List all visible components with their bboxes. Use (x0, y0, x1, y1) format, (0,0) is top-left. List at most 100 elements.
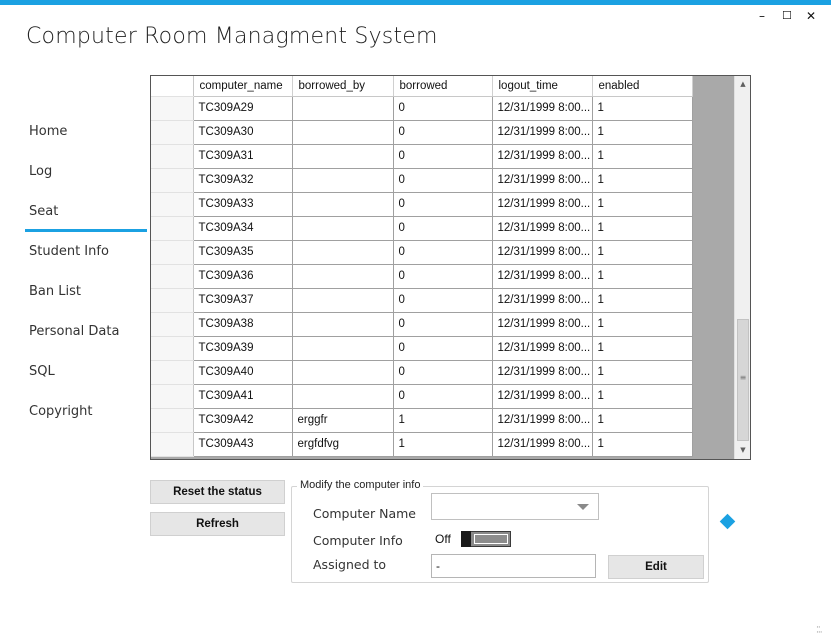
cell-enabled[interactable]: 1 (592, 288, 693, 313)
cell-enabled[interactable]: 1 (592, 168, 693, 193)
cell-enabled[interactable]: 1 (592, 240, 693, 265)
cell-borrowed[interactable]: 1 (393, 432, 493, 457)
cell-enabled[interactable]: 1 (592, 96, 693, 121)
row-header[interactable] (151, 168, 194, 193)
cell-borrowed[interactable]: 0 (393, 168, 493, 193)
table-row[interactable]: TC309A33 0 12/31/1999 8:00... 1 (151, 192, 693, 217)
cell-borrowed[interactable]: 0 (393, 360, 493, 385)
cell-borrowed[interactable]: 0 (393, 240, 493, 265)
cell-computer-name[interactable]: TC309A42 (193, 408, 293, 433)
cell-logout-time[interactable]: 12/31/1999 8:00... (492, 384, 593, 409)
cell-borrowed-by[interactable] (292, 264, 394, 289)
reset-status-button[interactable]: Reset the status (150, 480, 285, 504)
cell-borrowed[interactable]: 0 (393, 288, 493, 313)
nav-item-home[interactable]: Home (29, 124, 67, 139)
cell-enabled[interactable]: 1 (592, 192, 693, 217)
cell-computer-name[interactable]: TC309A33 (193, 192, 293, 217)
cell-computer-name[interactable]: TC309A36 (193, 264, 293, 289)
table-row[interactable]: TC309A43 ergfdfvg 1 12/31/1999 8:00... 1 (151, 432, 693, 457)
cell-borrowed[interactable]: 1 (393, 408, 493, 433)
cell-enabled[interactable]: 1 (592, 216, 693, 241)
assigned-to-input[interactable]: - (431, 554, 596, 578)
table-row[interactable]: TC309A35 0 12/31/1999 8:00... 1 (151, 240, 693, 265)
cell-computer-name[interactable]: TC309A30 (193, 120, 293, 145)
table-row[interactable]: TC309A40 0 12/31/1999 8:00... 1 (151, 360, 693, 385)
computer-info-toggle[interactable] (461, 531, 511, 547)
cell-enabled[interactable]: 1 (592, 384, 693, 409)
cell-computer-name[interactable]: TC309A34 (193, 216, 293, 241)
cell-computer-name[interactable]: TC309A38 (193, 312, 293, 337)
table-row[interactable]: TC309A37 0 12/31/1999 8:00... 1 (151, 288, 693, 313)
maximize-button[interactable]: ☐ (782, 9, 792, 23)
row-header[interactable] (151, 264, 194, 289)
cell-enabled[interactable]: 1 (592, 432, 693, 457)
row-header[interactable] (151, 360, 194, 385)
cell-logout-time[interactable]: 12/31/1999 8:00... (492, 312, 593, 337)
cell-computer-name[interactable]: TC309A39 (193, 336, 293, 361)
table-row[interactable]: TC309A29 0 12/31/1999 8:00... 1 (151, 96, 693, 121)
chevron-down-icon[interactable] (577, 504, 589, 510)
column-header-computer-name[interactable]: computer_name (193, 76, 293, 97)
cell-borrowed[interactable]: 0 (393, 120, 493, 145)
cell-borrowed-by[interactable] (292, 336, 394, 361)
cell-borrowed-by[interactable]: ergfdfvg (292, 432, 394, 457)
cell-computer-name[interactable]: TC309A31 (193, 144, 293, 169)
cell-enabled[interactable]: 1 (592, 264, 693, 289)
cell-logout-time[interactable]: 12/31/1999 8:00... (492, 432, 593, 457)
table-row[interactable]: TC309A38 0 12/31/1999 8:00... 1 (151, 312, 693, 337)
toggle-knob[interactable] (461, 531, 471, 547)
cell-borrowed-by[interactable] (292, 168, 394, 193)
cell-logout-time[interactable]: 12/31/1999 8:00... (492, 408, 593, 433)
cell-enabled[interactable]: 1 (592, 120, 693, 145)
table-row[interactable]: TC309A41 0 12/31/1999 8:00... 1 (151, 384, 693, 409)
cell-borrowed-by[interactable] (292, 384, 394, 409)
cell-borrowed[interactable]: 0 (393, 96, 493, 121)
row-header[interactable] (151, 96, 194, 121)
row-header[interactable] (151, 240, 194, 265)
nav-item-sql[interactable]: SQL (29, 364, 55, 379)
cell-enabled[interactable]: 1 (592, 408, 693, 433)
table-row[interactable]: TC309A32 0 12/31/1999 8:00... 1 (151, 168, 693, 193)
scrollbar-thumb[interactable]: ≡ (737, 319, 749, 441)
cell-computer-name[interactable]: TC309A40 (193, 360, 293, 385)
cell-logout-time[interactable]: 12/31/1999 8:00... (492, 264, 593, 289)
minimize-button[interactable]: – (759, 9, 765, 23)
cell-logout-time[interactable]: 12/31/1999 8:00... (492, 216, 593, 241)
cell-enabled[interactable]: 1 (592, 360, 693, 385)
vertical-scrollbar[interactable]: ▲ ≡ ▼ (734, 76, 750, 459)
row-header[interactable] (151, 384, 194, 409)
row-header[interactable] (151, 216, 194, 241)
table-row[interactable]: TC309A39 0 12/31/1999 8:00... 1 (151, 336, 693, 361)
table-row[interactable]: TC309A36 0 12/31/1999 8:00... 1 (151, 264, 693, 289)
cell-borrowed-by[interactable]: erggfr (292, 408, 394, 433)
cell-logout-time[interactable]: 12/31/1999 8:00... (492, 360, 593, 385)
row-header[interactable] (151, 144, 194, 169)
table-row[interactable]: TC309A42 erggfr 1 12/31/1999 8:00... 1 (151, 408, 693, 433)
nav-item-copyright[interactable]: Copyright (29, 404, 93, 419)
column-header-enabled[interactable]: enabled (592, 76, 693, 97)
cell-borrowed-by[interactable] (292, 240, 394, 265)
cell-borrowed-by[interactable] (292, 288, 394, 313)
cell-computer-name[interactable]: TC309A41 (193, 384, 293, 409)
cell-logout-time[interactable]: 12/31/1999 8:00... (492, 96, 593, 121)
cell-borrowed[interactable]: 0 (393, 384, 493, 409)
cell-enabled[interactable]: 1 (592, 336, 693, 361)
cell-computer-name[interactable]: TC309A29 (193, 96, 293, 121)
cell-borrowed-by[interactable] (292, 360, 394, 385)
row-header[interactable] (151, 192, 194, 217)
row-header[interactable] (151, 312, 194, 337)
cell-borrowed-by[interactable] (292, 96, 394, 121)
cell-logout-time[interactable]: 12/31/1999 8:00... (492, 144, 593, 169)
cell-enabled[interactable]: 1 (592, 144, 693, 169)
cell-borrowed-by[interactable] (292, 216, 394, 241)
cell-borrowed[interactable]: 0 (393, 312, 493, 337)
nav-item-log[interactable]: Log (29, 164, 52, 179)
cell-borrowed-by[interactable] (292, 120, 394, 145)
cell-computer-name[interactable]: TC309A37 (193, 288, 293, 313)
refresh-button[interactable]: Refresh (150, 512, 285, 536)
cell-borrowed-by[interactable] (292, 144, 394, 169)
scroll-down-icon[interactable]: ▼ (735, 442, 750, 459)
column-header-borrowed-by[interactable]: borrowed_by (292, 76, 394, 97)
resize-grip-icon[interactable]: ·· ··· (816, 624, 823, 638)
nav-item-personal-data[interactable]: Personal Data (29, 324, 119, 339)
